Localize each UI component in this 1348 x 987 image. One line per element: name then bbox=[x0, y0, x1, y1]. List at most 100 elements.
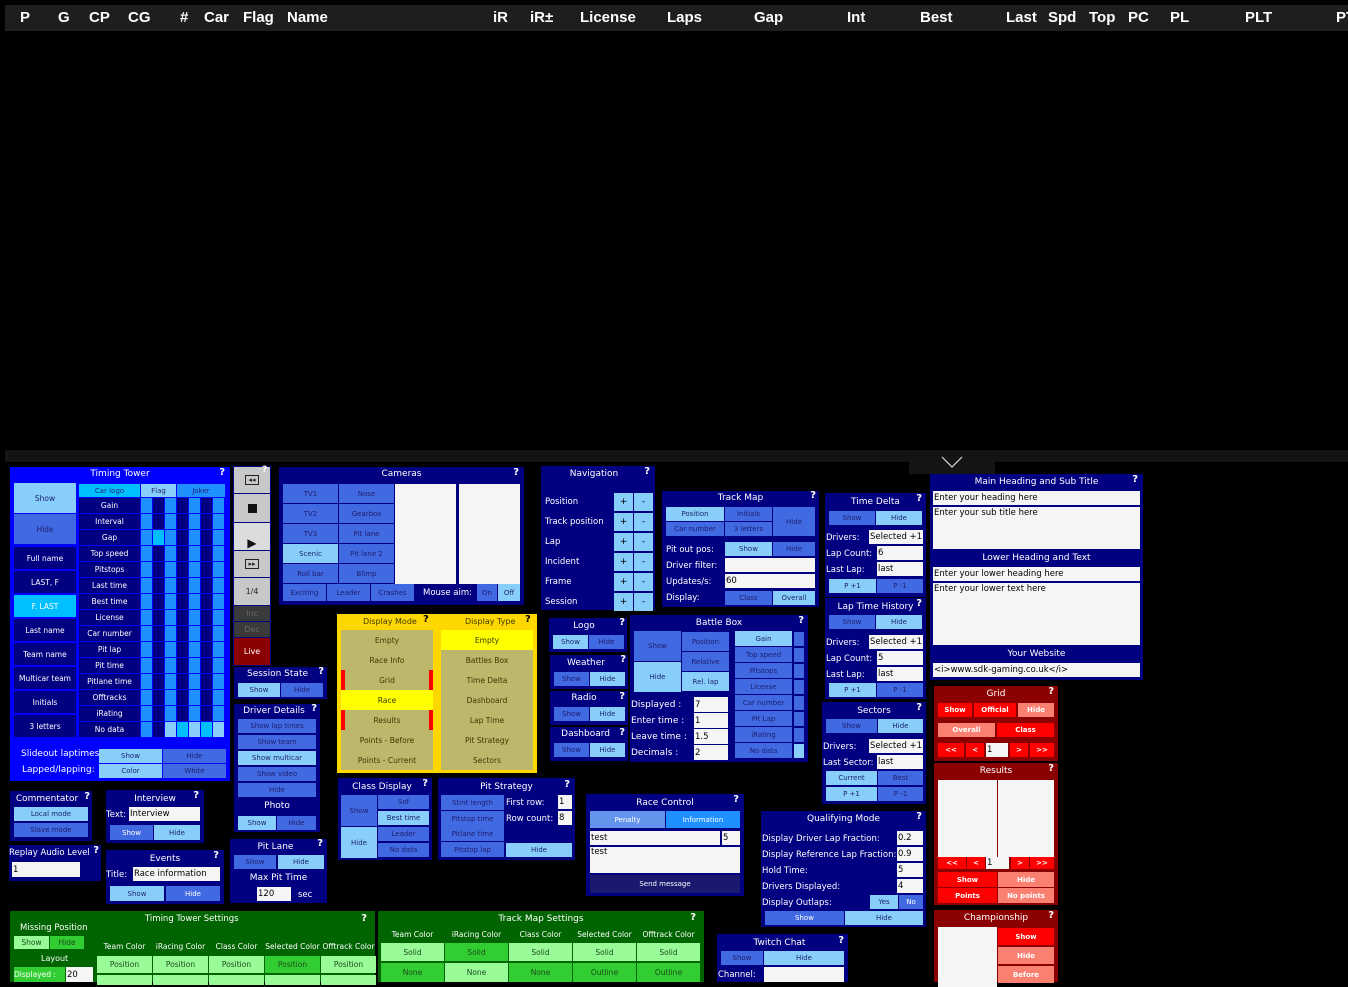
message-line-input[interactable]: test bbox=[590, 831, 720, 845]
driver-filter-input[interactable] bbox=[725, 558, 815, 572]
battle-field-no-data[interactable]: No data bbox=[735, 743, 792, 758]
session-show-button[interactable]: Show bbox=[238, 683, 280, 697]
tt-toggle-cell[interactable] bbox=[213, 706, 224, 721]
last-sector-input[interactable]: last bbox=[877, 755, 923, 769]
col-laps[interactable]: Laps bbox=[667, 9, 702, 26]
col-flag[interactable]: Flag bbox=[243, 9, 274, 26]
outlaps-no-button[interactable]: No bbox=[899, 895, 923, 909]
help-icon[interactable]: ? bbox=[513, 467, 519, 478]
tt-toggle-cell[interactable] bbox=[165, 642, 176, 657]
photo-hide-button[interactable]: Hide bbox=[277, 816, 316, 830]
message-body-input[interactable]: test bbox=[590, 847, 740, 873]
tt-toggle-cell[interactable] bbox=[165, 706, 176, 721]
tt-displayed-input[interactable]: 20 bbox=[66, 967, 93, 982]
pit-strategy-hide-button[interactable]: Hide bbox=[506, 843, 572, 857]
camera-pit-lane-button[interactable]: Pit lane bbox=[339, 524, 394, 543]
results-prev-button[interactable]: < bbox=[967, 857, 985, 869]
tt-toggle-cell[interactable] bbox=[201, 642, 212, 657]
battle-field-toggle[interactable] bbox=[794, 680, 804, 694]
lapped-color-button[interactable]: Color bbox=[99, 764, 162, 778]
pitstop-lap-button[interactable]: Pitstop lap bbox=[441, 842, 504, 857]
battle-show-button[interactable]: Show bbox=[634, 631, 681, 661]
tt-toggle-cell[interactable] bbox=[213, 514, 224, 529]
tt-toggle-cell[interactable] bbox=[177, 706, 188, 721]
camera-blimp-button[interactable]: Blimp bbox=[339, 564, 394, 583]
help-icon[interactable]: ? bbox=[916, 811, 922, 822]
pitstop-time-button[interactable]: Pitstop time bbox=[441, 811, 504, 826]
tt-toggle-cell[interactable] bbox=[177, 594, 188, 609]
show-multicar-button[interactable]: Show multicar bbox=[238, 751, 316, 765]
help-icon[interactable]: ? bbox=[193, 790, 199, 801]
grid-next-button[interactable]: > bbox=[1010, 743, 1028, 757]
help-icon[interactable]: ? bbox=[1132, 474, 1138, 485]
tt-toggle-cell[interactable] bbox=[177, 546, 188, 561]
help-icon[interactable]: ? bbox=[213, 850, 219, 861]
battle-field-pit-lap[interactable]: Pit Lap bbox=[735, 711, 792, 726]
tt-toggle-cell[interactable] bbox=[213, 578, 224, 593]
map-hide-button[interactable]: Hide bbox=[773, 507, 815, 536]
grid-class-button[interactable]: Class bbox=[997, 723, 1054, 737]
display-type-lap-time[interactable]: Lap Time bbox=[441, 710, 533, 730]
qualifying-row-input[interactable]: 5 bbox=[897, 863, 923, 877]
nav-incident-minus-button[interactable]: - bbox=[634, 553, 653, 571]
qualifying-show-button[interactable]: Show bbox=[765, 911, 844, 925]
tt-toggle-cell[interactable] bbox=[201, 546, 212, 561]
tt-toggle-cell[interactable] bbox=[177, 514, 188, 529]
tt-row-license[interactable]: License bbox=[79, 610, 140, 625]
tt-class-color-row2-button[interactable] bbox=[209, 975, 264, 985]
display-mode-points-before[interactable]: Points - Before bbox=[341, 730, 433, 750]
tt-toggle-cell[interactable] bbox=[153, 722, 164, 737]
outlaps-yes-button[interactable]: Yes bbox=[870, 895, 898, 909]
tt-toggle-cell[interactable] bbox=[165, 658, 176, 673]
help-icon[interactable]: ? bbox=[1048, 686, 1054, 697]
slideout-hide-button[interactable]: Hide bbox=[163, 749, 226, 763]
col-p[interactable]: P bbox=[20, 9, 30, 26]
results-hide-button[interactable]: Hide bbox=[998, 872, 1054, 887]
tm-iracing-color-row1-button[interactable]: Solid bbox=[445, 943, 508, 961]
tt-toggle-cell[interactable] bbox=[153, 610, 164, 625]
tt-toggle-cell[interactable] bbox=[177, 626, 188, 641]
camera-tv2-button[interactable]: TV2 bbox=[283, 504, 338, 523]
fast-forward-button[interactable]: ▸▸ bbox=[234, 551, 270, 577]
tt-toggle-cell[interactable] bbox=[141, 530, 152, 545]
tt-selected-color-position-button[interactable]: Position bbox=[265, 956, 320, 973]
send-message-button[interactable]: Send message bbox=[590, 875, 740, 893]
tt-row-irating[interactable]: iRating bbox=[79, 706, 140, 721]
tt-option-last-name[interactable]: Last name bbox=[14, 619, 76, 641]
tt-toggle-cell[interactable] bbox=[201, 626, 212, 641]
nav-position-minus-button[interactable]: - bbox=[634, 493, 653, 511]
p-plus-button[interactable]: P +1 bbox=[829, 683, 876, 697]
nav-frame-minus-button[interactable]: - bbox=[634, 573, 653, 591]
display-type-empty[interactable]: Empty bbox=[441, 630, 533, 650]
tt-row-last-time[interactable]: Last time bbox=[79, 578, 140, 593]
championship-show-button[interactable]: Show bbox=[998, 928, 1054, 945]
display-mode-grid[interactable]: Grid bbox=[341, 670, 433, 690]
tt-toggle-cell[interactable] bbox=[189, 626, 200, 641]
camera-leader-button[interactable]: Leader bbox=[327, 584, 370, 601]
tt-offtrack-color-row2-button[interactable] bbox=[321, 975, 376, 985]
battle-hide-button[interactable]: Hide bbox=[634, 662, 681, 692]
tt-toggle-cell[interactable] bbox=[189, 706, 200, 721]
tt-toggle-cell[interactable] bbox=[177, 562, 188, 577]
tt-toggle-cell[interactable] bbox=[153, 530, 164, 545]
leave-time-input[interactable]: 1.5 bbox=[694, 729, 728, 744]
tt-toggle-cell[interactable] bbox=[189, 690, 200, 705]
tt-toggle-cell[interactable] bbox=[153, 706, 164, 721]
display-mode-empty[interactable]: Empty bbox=[341, 630, 433, 650]
tt-option-full-name[interactable]: Full name bbox=[14, 547, 76, 569]
last-lap-input[interactable]: last bbox=[877, 667, 923, 681]
tt-toggle-cell[interactable] bbox=[213, 642, 224, 657]
events-show-button[interactable]: Show bbox=[110, 886, 164, 901]
tt-toggle-cell[interactable] bbox=[213, 722, 224, 737]
tt-toggle-cell[interactable] bbox=[141, 578, 152, 593]
tt-toggle-cell[interactable] bbox=[177, 674, 188, 689]
display-type-battles-box[interactable]: Battles Box bbox=[441, 650, 533, 670]
stint-length-button[interactable]: Stint length bbox=[441, 795, 504, 810]
splitter[interactable] bbox=[5, 450, 1348, 462]
class-no-data-button[interactable]: No data bbox=[378, 843, 429, 857]
camera-scenic-button[interactable]: Scenic bbox=[283, 544, 338, 563]
tt-toggle-cell[interactable] bbox=[141, 706, 152, 721]
logo-show-button[interactable]: Show bbox=[553, 635, 588, 649]
live-button[interactable]: Live bbox=[234, 638, 270, 665]
information-tab[interactable]: Information bbox=[666, 811, 740, 828]
